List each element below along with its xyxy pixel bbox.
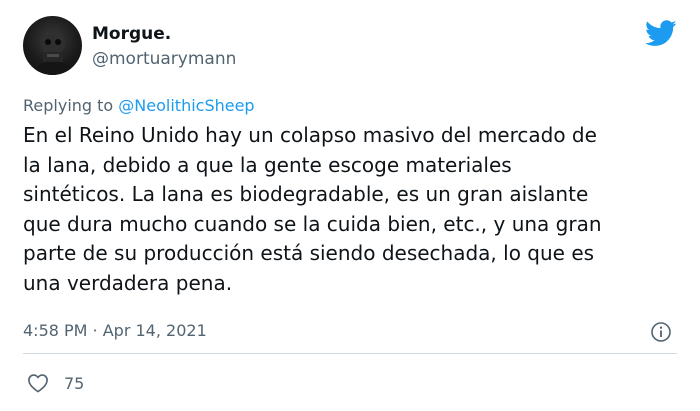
replying-to: Replying to @NeolithicSheep [23, 96, 255, 115]
tweet-text-line: que dura mucho cuando se la cuida bien, … [23, 211, 602, 236]
info-icon[interactable] [650, 321, 672, 343]
tweet-text-line: la lana, debido a que la gente escoge ma… [23, 152, 512, 177]
like-count: 75 [64, 374, 85, 393]
tweet-text-line: parte de su producción está siendo desec… [23, 241, 595, 266]
tweet-timestamp[interactable]: 4:58 PM · Apr 14, 2021 [23, 321, 207, 340]
tweet-text-line: En el Reino Unido hay un colapso masivo … [23, 123, 597, 147]
display-name[interactable]: Morgue. [92, 24, 171, 44]
divider [23, 353, 677, 354]
reply-mention-link[interactable]: @NeolithicSheep [118, 96, 254, 115]
tweet-text-line: una verdadera pena. [23, 270, 233, 295]
user-handle[interactable]: @mortuarymann [92, 49, 236, 69]
heart-icon[interactable] [27, 373, 49, 393]
skull-portrait-icon [33, 30, 73, 75]
replying-to-label: Replying to [23, 96, 119, 115]
avatar[interactable] [23, 16, 82, 75]
twitter-bird-icon[interactable] [645, 20, 677, 47]
tweet-text: En el Reino Unido hay un colapso masivo … [23, 121, 683, 299]
tweet-text-line: sintéticos. La lana es biodegradable, es… [23, 182, 589, 207]
tweet-card: Morgue. @mortuarymann Replying to @Neoli… [0, 0, 700, 411]
